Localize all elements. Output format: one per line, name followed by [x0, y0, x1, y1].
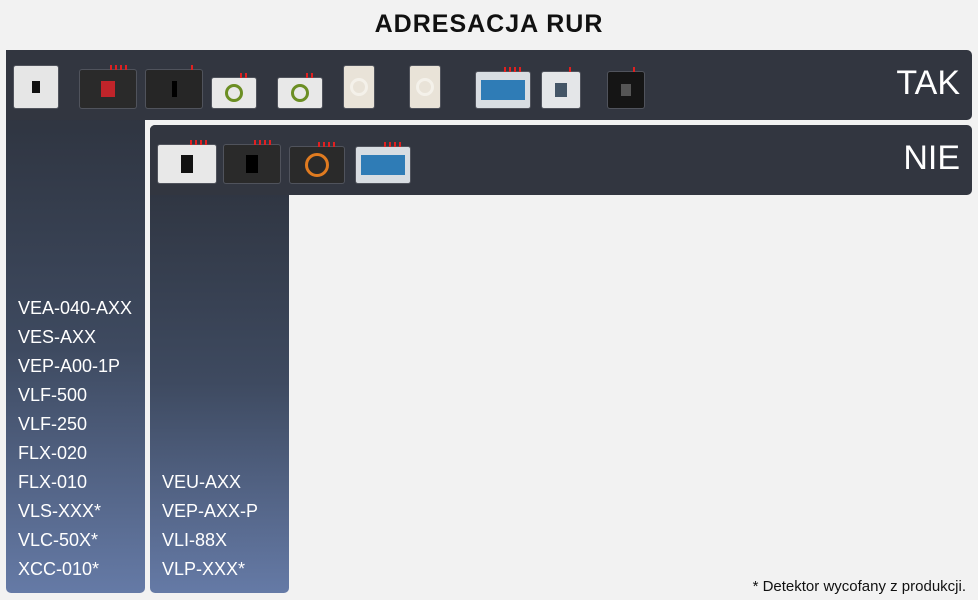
- led-mark: [264, 140, 266, 145]
- led-mark: [254, 140, 256, 145]
- model-item: VLP-XXX*: [162, 559, 246, 579]
- model-item: VLS-XXX*: [18, 501, 102, 521]
- device-screen: [101, 81, 115, 97]
- round-face-detector-icon: [344, 60, 374, 110]
- round-face-detector-icon: [410, 60, 440, 110]
- nie-label: NIE: [903, 139, 960, 177]
- device-leds: [190, 140, 207, 145]
- model-item: VEP-AXX-P: [162, 501, 259, 521]
- tak-models-column: VEA-040-AXX VES-AXX VEP-A00-1P VLF-500 VLF-2…: [6, 50, 145, 593]
- device-indicator: [305, 153, 329, 177]
- device-leds: [569, 67, 571, 72]
- device-screen: [481, 80, 525, 100]
- led-mark: [633, 67, 635, 72]
- small-white-detector-icon: [542, 60, 580, 110]
- tak-label: TAK: [896, 64, 960, 102]
- model-item: VEP-A00-1P: [18, 356, 121, 376]
- led-mark: [191, 65, 193, 70]
- device-screen: [246, 155, 258, 173]
- led-mark: [240, 73, 242, 78]
- led-mark: [190, 140, 192, 145]
- black-square-detector-icon: [608, 60, 644, 110]
- led-mark: [389, 142, 391, 147]
- device-indicator: [350, 78, 368, 96]
- led-mark: [269, 140, 271, 145]
- model-item: VES-AXX: [18, 327, 97, 347]
- led-mark: [519, 67, 521, 72]
- device-screen: [32, 81, 40, 93]
- led-mark: [504, 67, 506, 72]
- device-screen: [621, 84, 631, 96]
- model-item: VLF-500: [18, 385, 88, 405]
- device-screen: [361, 155, 405, 175]
- model-item: FLX-020: [18, 443, 88, 463]
- model-item: VEA-040-AXX: [18, 298, 133, 318]
- model-item: VLC-50X*: [18, 530, 99, 550]
- device-leds: [384, 142, 401, 147]
- footnote: * Detektor wycofany z produkcji.: [752, 578, 966, 595]
- device-leds: [240, 73, 247, 78]
- led-mark: [115, 65, 117, 70]
- led-mark: [120, 65, 122, 70]
- device-leds: [306, 73, 313, 78]
- nie-models-column: VEU-AXX VEP-AXX-P VLI-88X VLP-XXX*: [150, 125, 289, 593]
- led-mark: [384, 142, 386, 147]
- led-mark: [195, 140, 197, 145]
- led-mark: [245, 73, 247, 78]
- led-mark: [306, 73, 308, 78]
- led-mark: [323, 142, 325, 147]
- model-item: FLX-010: [18, 472, 88, 492]
- device-leds: [254, 140, 271, 145]
- led-mark: [110, 65, 112, 70]
- device-leds: [318, 142, 335, 147]
- tak-models-list: VEA-040-AXX VES-AXX VEP-A00-1P VLF-500 VLF-2…: [18, 294, 132, 584]
- page-title: ADRESACJA RUR: [374, 10, 604, 38]
- device-leds: [191, 65, 193, 70]
- blue-panel-detector-icon: [476, 60, 530, 110]
- led-mark: [311, 73, 313, 78]
- led-mark: [394, 142, 396, 147]
- nie-models-list: VEU-AXX VEP-AXX-P VLI-88X VLP-XXX*: [162, 468, 258, 584]
- led-mark: [205, 140, 207, 145]
- device-indicator: [225, 84, 243, 102]
- blue-panel-detector-icon: [356, 135, 410, 185]
- led-mark: [333, 142, 335, 147]
- led-mark: [399, 142, 401, 147]
- led-mark: [569, 67, 571, 72]
- led-mark: [328, 142, 330, 147]
- device-indicator: [416, 78, 434, 96]
- device-leds: [110, 65, 127, 70]
- dark-detector-with-display-icon: [224, 135, 280, 185]
- led-mark: [125, 65, 127, 70]
- device-indicator: [291, 84, 309, 102]
- dark-slim-detector-icon: [146, 60, 202, 110]
- device-screen: [555, 83, 567, 97]
- device-screen: [181, 155, 193, 173]
- white-detector-with-display-icon: [158, 135, 216, 185]
- white-round-indicator-detector-icon: [212, 60, 256, 110]
- tak-row: TAK: [6, 50, 972, 120]
- led-mark: [318, 142, 320, 147]
- led-mark: [259, 140, 261, 145]
- led-mark: [200, 140, 202, 145]
- led-mark: [509, 67, 511, 72]
- model-item: VLI-88X: [162, 530, 228, 550]
- device-screen: [171, 81, 177, 97]
- model-item: VLF-250: [18, 414, 88, 434]
- nie-row: NIE: [150, 125, 972, 195]
- white-round-indicator-detector-icon: [278, 60, 322, 110]
- white-detector-icon: [14, 60, 58, 110]
- model-item: XCC-010*: [18, 559, 100, 579]
- orange-ring-detector-icon: [290, 135, 344, 185]
- device-leds: [504, 67, 521, 72]
- led-mark: [514, 67, 516, 72]
- model-item: VEU-AXX: [162, 472, 242, 492]
- dark-detector-with-display-icon: [80, 60, 136, 110]
- device-leds: [633, 67, 635, 72]
